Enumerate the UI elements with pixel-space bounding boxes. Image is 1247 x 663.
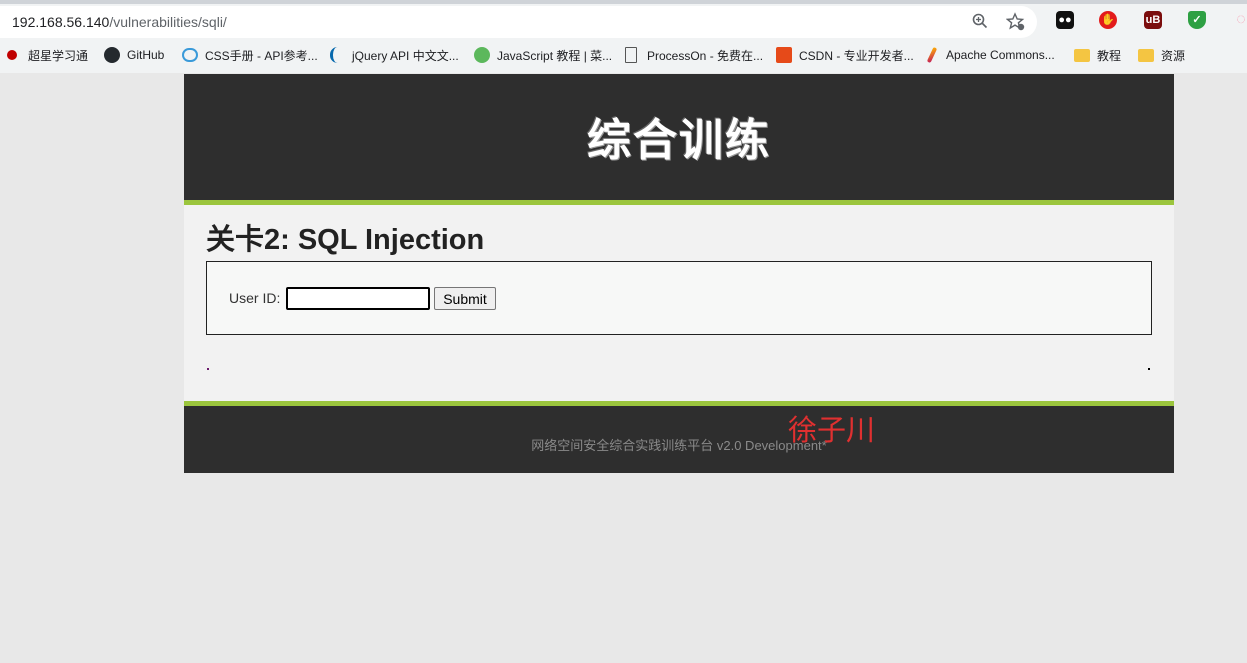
bookmark-item[interactable]: jQuery API 中文文... <box>330 44 459 66</box>
dot-marker-left <box>207 368 209 370</box>
site-logo: 综合训练 <box>587 115 771 166</box>
runoob-icon <box>474 47 490 63</box>
footer-text: 网络空间安全综合实践训练平台 v2.0 Development* <box>531 438 827 453</box>
folder-icon <box>1074 48 1090 62</box>
bookmark-label: CSDN - 专业开发者... <box>799 48 914 63</box>
address-bar[interactable]: 192.168.56.140/vulnerabilities/sqli/ <box>0 6 1037 38</box>
page-title: 关卡2: SQL Injection <box>206 224 485 256</box>
adblock-icon[interactable]: ✋ <box>1099 11 1117 29</box>
bookmark-label: ProcessOn - 免费在... <box>647 48 764 63</box>
bookmark-label: Apache Commons... <box>946 48 1055 62</box>
bookmark-item[interactable]: CSS手册 - API参考... <box>182 44 318 66</box>
cloud-icon <box>182 48 198 62</box>
folder-icon <box>1138 48 1154 62</box>
sqli-form: User ID: Submit <box>206 261 1152 335</box>
url-path: /vulnerabilities/sqli/ <box>109 14 227 30</box>
bookmark-item[interactable]: 超星学习通 <box>7 44 88 66</box>
bookmark-label: jQuery API 中文文... <box>352 48 459 63</box>
bookmark-item[interactable]: JavaScript 教程 | 菜... <box>474 44 612 66</box>
bookmark-folder[interactable]: 资源 <box>1138 44 1185 66</box>
bookmark-folder[interactable]: 教程 <box>1074 44 1121 66</box>
github-icon <box>104 47 120 63</box>
bookmark-item[interactable]: Apache Commons... <box>926 44 1055 66</box>
bookmark-item[interactable]: CSDN - 专业开发者... <box>776 44 914 66</box>
bookmarks-bar: 超星学习通 GitHub CSS手册 - API参考... jQuery API… <box>0 44 1247 66</box>
page-footer: 网络空间安全综合实践训练平台 v2.0 Development* <box>184 401 1174 473</box>
zoom-icon[interactable] <box>970 12 990 32</box>
ublock-icon[interactable]: uB <box>1144 11 1162 29</box>
chaoxing-icon <box>7 50 17 60</box>
url-text[interactable]: 192.168.56.140/vulnerabilities/sqli/ <box>12 14 227 30</box>
user-id-input[interactable] <box>286 287 430 310</box>
page-header: 综合训练 <box>184 74 1174 205</box>
url-host: 192.168.56.140 <box>12 14 110 30</box>
page-icon <box>625 47 637 63</box>
bookmark-label: 超星学习通 <box>28 48 89 63</box>
user-id-label: User ID: <box>229 290 281 306</box>
tab-strip <box>0 0 1247 4</box>
bookmark-label: GitHub <box>127 48 165 62</box>
cat-icon[interactable]: ◌ <box>1232 11 1247 29</box>
browser-chrome: 192.168.56.140/vulnerabilities/sqli/ ●● … <box>0 0 1247 73</box>
bookmark-star-icon[interactable] <box>1005 12 1026 32</box>
csdn-icon <box>776 47 792 63</box>
shield-icon[interactable]: ✓ <box>1188 11 1206 29</box>
watermark-text: 徐子川 <box>788 413 876 447</box>
submit-button[interactable]: Submit <box>434 287 496 310</box>
bookmark-label: 资源 <box>1161 48 1186 63</box>
bookmark-label: JavaScript 教程 | 菜... <box>497 48 613 63</box>
dvwa-page: 综合训练 关卡2: SQL Injection User ID: Submit … <box>184 74 1174 473</box>
bookmark-label: CSS手册 - API参考... <box>205 48 318 63</box>
jquery-icon <box>330 47 345 63</box>
bookmark-item[interactable]: ProcessOn - 免费在... <box>625 44 763 66</box>
tampermonkey-icon[interactable]: ●● <box>1056 11 1074 29</box>
apache-feather-icon <box>926 46 938 64</box>
bookmark-item[interactable]: GitHub <box>104 44 164 66</box>
dot-marker-right <box>1148 368 1150 370</box>
bookmark-label: 教程 <box>1097 48 1122 63</box>
